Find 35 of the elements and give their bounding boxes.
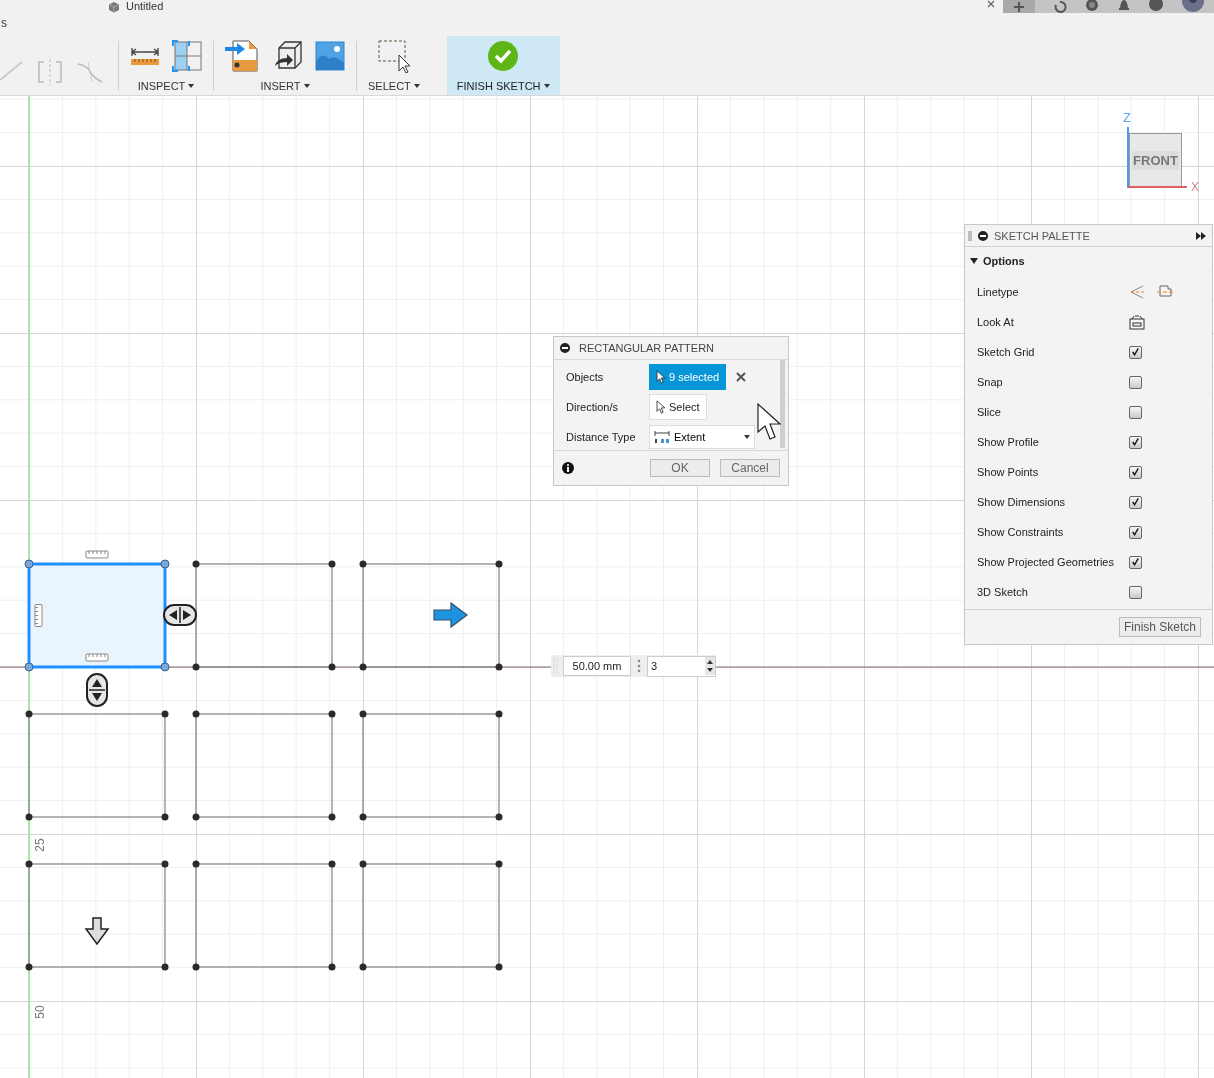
palette-title: SKETCH PALETTE <box>994 229 1091 242</box>
count-field[interactable]: 3 <box>647 655 716 677</box>
cube-face-label: FRONT <box>1132 151 1179 170</box>
option-label: 3D Sketch <box>977 586 1029 598</box>
toolbar-menu-label[interactable]: INSERT <box>260 80 301 92</box>
field-label: Direction/s <box>566 401 619 413</box>
toolbar-menu-label[interactable]: INSPECT <box>137 80 186 92</box>
dialog-button[interactable]: Cancel <box>720 459 780 477</box>
option-label: Show Dimensions <box>977 496 1067 508</box>
toolbar-menu-label[interactable]: SELECT <box>368 80 411 92</box>
option-label: Show Points <box>977 466 1040 478</box>
option-label: Look At <box>977 316 1015 328</box>
selection-button[interactable]: Select <box>649 394 707 420</box>
option-label: Linetype <box>977 286 1020 298</box>
option-label: Show Projected Geometries <box>977 556 1115 568</box>
options-section-header[interactable]: Options <box>965 247 1212 275</box>
field-label: Objects <box>566 371 605 383</box>
option-label: Sketch Grid <box>977 346 1036 358</box>
option-label: Snap <box>977 376 1004 388</box>
axis-dimension-label: 50 <box>33 1005 47 1019</box>
option-label: Show Profile <box>977 436 1040 448</box>
document-title[interactable]: Untitled <box>126 0 164 13</box>
dialog-button[interactable]: OK <box>650 459 710 477</box>
option-label: Slice <box>977 406 1002 418</box>
axis-label: X <box>1191 180 1199 194</box>
menu-label[interactable]: s <box>1 16 7 30</box>
toolbar-menu-label[interactable]: FINISH SKETCH <box>456 80 541 92</box>
distance-field[interactable]: 50.00 mm <box>563 656 631 676</box>
option-label: Show Constraints <box>977 526 1065 538</box>
finish-sketch-button[interactable]: Finish Sketch <box>1118 617 1201 637</box>
axis-label: Z <box>1123 110 1131 125</box>
field-label: Distance Type <box>566 431 637 443</box>
axis-dimension-label: 25 <box>33 838 47 852</box>
distance-type-dropdown[interactable]: Extent <box>649 425 755 449</box>
dialog-title: RECTANGULAR PATTERN <box>579 342 715 354</box>
